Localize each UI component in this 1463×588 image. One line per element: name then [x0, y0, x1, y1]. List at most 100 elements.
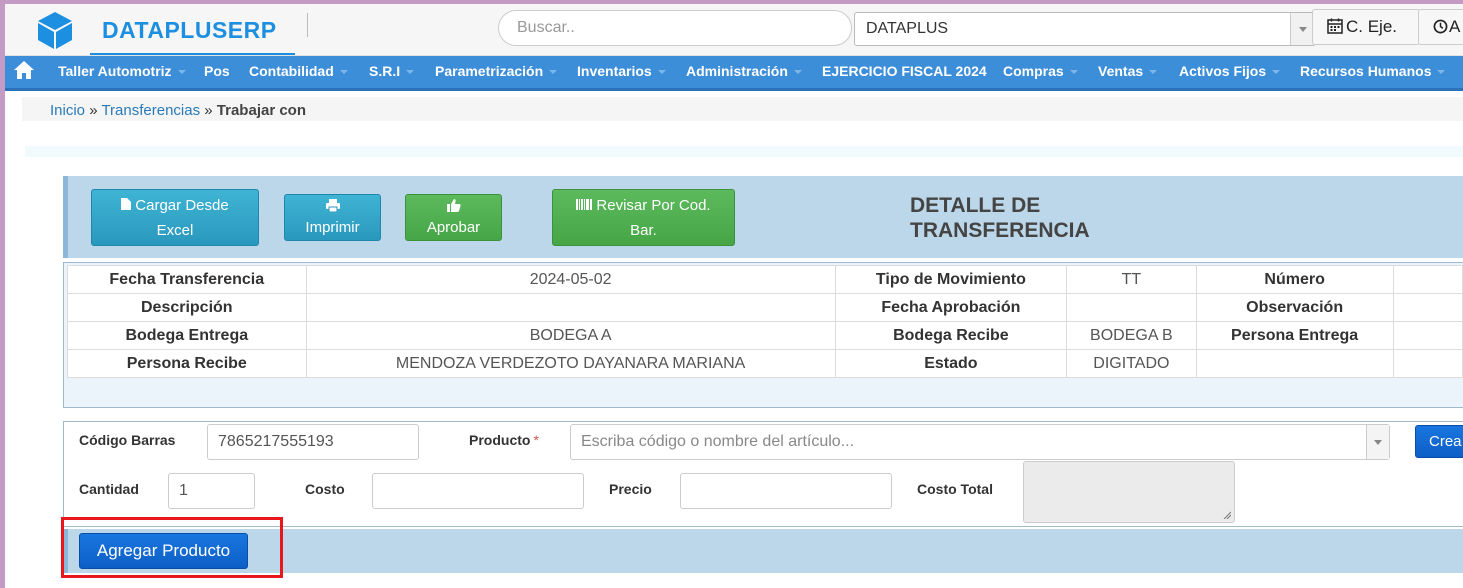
costo-total-label: Costo Total — [917, 481, 993, 497]
precio-label: Precio — [609, 481, 652, 497]
cantidad-label: Cantidad — [79, 481, 139, 497]
chevron-down-icon[interactable] — [1366, 425, 1389, 459]
costo-input[interactable] — [372, 473, 584, 509]
nav-ejercicio-fiscal[interactable]: EJERCICIO FISCAL 2024 — [822, 63, 987, 79]
cargar-label-1: Cargar Desde — [135, 197, 229, 214]
producto-placeholder: Escriba código o nombre del artículo... — [581, 433, 855, 450]
caret-down-icon — [406, 70, 415, 75]
precio-input[interactable] — [680, 473, 892, 509]
info-label: Fecha Transferencia — [67, 265, 307, 294]
breadcrumb: Inicio » Transferencias » Trabajar con — [50, 102, 306, 119]
codigo-barras-input[interactable]: 7865217555193 — [207, 424, 419, 460]
caret-down-icon — [339, 70, 348, 75]
caret-down-icon — [1437, 70, 1446, 75]
clock-icon — [1433, 19, 1448, 34]
nav-parametrizacion[interactable]: Parametrización — [435, 63, 558, 79]
nav-label: Administración — [686, 63, 788, 79]
home-icon[interactable] — [13, 60, 35, 80]
nav-contabilidad[interactable]: Contabilidad — [249, 63, 348, 79]
calendar-icon — [1327, 18, 1343, 34]
revisar-codbar-button[interactable]: Revisar Por Cod. Bar. — [552, 189, 735, 246]
revisar-label-1: Revisar Por Cod. — [596, 197, 711, 214]
info-value: 2024-05-02 — [305, 265, 836, 294]
info-label: Fecha Aprobación — [834, 293, 1068, 322]
nav-label: Ventas — [1098, 63, 1144, 79]
info-value — [1392, 293, 1463, 322]
nav-label: Recursos Humanos — [1300, 63, 1432, 79]
nav-taller-automotriz[interactable]: Taller Automotriz — [58, 63, 186, 79]
company-select-value: DATAPLUS — [866, 20, 949, 37]
ceje-label: C. Eje. — [1346, 17, 1398, 36]
file-icon — [121, 193, 132, 218]
search-input[interactable]: Buscar.. — [498, 10, 852, 46]
codigo-barras-label: Código Barras — [79, 432, 176, 448]
nav-recursos-humanos[interactable]: Recursos Humanos — [1300, 63, 1446, 79]
producto-label-text: Producto — [469, 432, 531, 448]
nav-label: Parametrización — [435, 63, 544, 79]
nav-inventarios[interactable]: Inventarios — [577, 63, 666, 79]
info-label: Bodega Recibe — [834, 321, 1068, 350]
info-label: Persona Recibe — [67, 349, 307, 378]
breadcrumb-home-link[interactable]: Inicio — [50, 102, 85, 119]
breadcrumb-transferencias-link[interactable]: Transferencias — [101, 102, 200, 119]
nav-compras[interactable]: Compras — [1003, 63, 1078, 79]
nav-pos[interactable]: Pos — [204, 63, 230, 79]
cube-logo-icon — [38, 12, 72, 49]
caret-down-icon — [657, 70, 666, 75]
required-mark: * — [533, 432, 539, 448]
thumbs-up-icon — [446, 199, 461, 212]
nav-label: Compras — [1003, 63, 1064, 79]
costo-total-textarea[interactable] — [1023, 461, 1235, 523]
resize-grip-icon[interactable] — [1223, 511, 1231, 519]
info-label: Descripción — [67, 293, 307, 322]
user-button[interactable]: A — [1418, 9, 1463, 45]
brand-name[interactable]: DATAPLUSERP — [102, 17, 277, 44]
crear-producto-button[interactable]: Crea — [1415, 425, 1463, 458]
imprimir-label: Imprimir — [305, 219, 360, 236]
page-title-line2: TRANSFERENCIA — [910, 219, 1090, 242]
header-divider — [307, 13, 308, 37]
info-value: BODEGA B — [1066, 321, 1197, 350]
table-row: Persona Recibe MENDOZA VERDEZOTO DAYANAR… — [67, 349, 1463, 378]
caret-down-icon — [1149, 70, 1158, 75]
aprobar-label: Aprobar — [426, 219, 481, 236]
info-value: MENDOZA VERDEZOTO DAYANARA MARIANA — [305, 349, 836, 378]
nav-label: Inventarios — [577, 63, 652, 79]
info-label: Tipo de Movimiento — [834, 265, 1068, 294]
imprimir-button[interactable]: Imprimir — [284, 194, 381, 241]
highlight-box — [61, 517, 283, 578]
caret-down-icon — [793, 70, 802, 75]
nav-ventas[interactable]: Ventas — [1098, 63, 1158, 79]
cantidad-input[interactable]: 1 — [168, 473, 255, 509]
nav-activos-fijos[interactable]: Activos Fijos — [1179, 63, 1281, 79]
page-title-line1: DETALLE DE — [910, 194, 1041, 217]
brand-underline — [90, 53, 295, 55]
info-value: TT — [1066, 265, 1197, 294]
producto-label: Producto * — [469, 432, 539, 448]
info-label: Persona Entrega — [1195, 321, 1394, 350]
info-value — [1392, 349, 1463, 378]
nav-sri[interactable]: S.R.I — [369, 63, 415, 79]
breadcrumb-separator: » — [89, 102, 98, 119]
main-navbar: Taller Automotriz Pos Contabilidad S.R.I… — [5, 56, 1463, 91]
toolbar-panel — [63, 176, 1463, 258]
info-value — [305, 293, 836, 322]
info-value: DIGITADO — [1066, 349, 1197, 378]
caret-down-icon — [1272, 70, 1281, 75]
cargar-excel-button[interactable]: Cargar Desde Excel — [91, 189, 259, 246]
nav-label: S.R.I — [369, 63, 401, 79]
caret-down-icon — [177, 70, 186, 75]
caret-down-icon — [549, 70, 558, 75]
ceje-button[interactable]: C. Eje. — [1312, 9, 1420, 45]
producto-select[interactable]: Escriba código o nombre del artículo... — [570, 424, 1390, 460]
alert-strip — [25, 146, 1463, 157]
breadcrumb-current: Trabajar con — [216, 102, 306, 119]
info-label: Bodega Entrega — [67, 321, 307, 350]
info-value — [1392, 321, 1463, 350]
caret-down-icon — [1069, 70, 1078, 75]
company-select[interactable]: DATAPLUS — [854, 12, 1316, 46]
info-value — [1066, 293, 1197, 322]
aprobar-button[interactable]: Aprobar — [405, 194, 502, 241]
table-row: Fecha Transferencia 2024-05-02 Tipo de M… — [67, 265, 1463, 294]
nav-administracion[interactable]: Administración — [686, 63, 802, 79]
